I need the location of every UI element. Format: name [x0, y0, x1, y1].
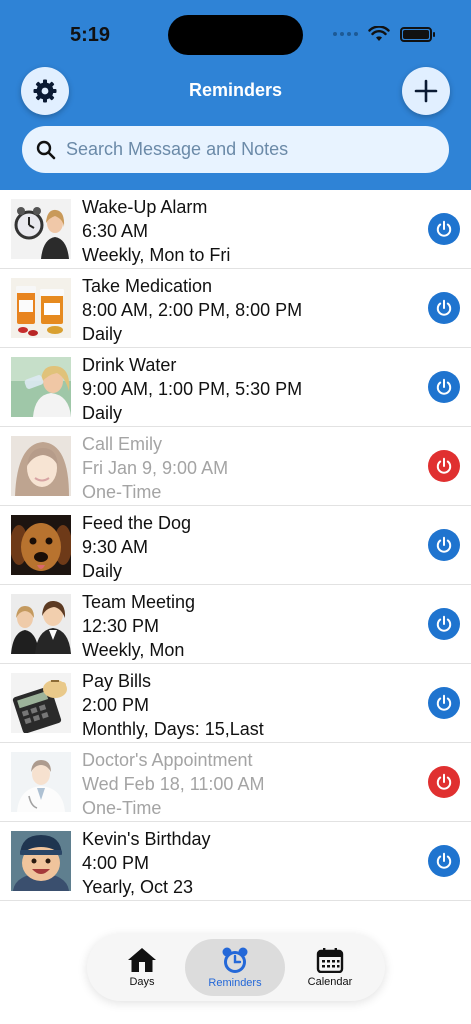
reminder-text: Doctor's Appointment Wed Feb 18, 11:00 A…: [82, 748, 264, 820]
tab-label: Reminders: [208, 977, 262, 989]
reminder-row[interactable]: Take Medication 8:00 AM, 2:00 PM, 8:00 P…: [0, 269, 471, 348]
search-icon: [36, 140, 56, 159]
power-icon: [436, 378, 452, 395]
plus-icon: [414, 79, 438, 103]
battery-icon: [400, 26, 435, 42]
reminder-repeat: One-Time: [82, 798, 162, 818]
reminder-thumbnail: [11, 515, 71, 575]
reminder-row[interactable]: Team Meeting 12:30 PM Weekly, Mon: [0, 585, 471, 664]
reminder-time: 9:30 AM: [82, 537, 149, 557]
reminder-time: 12:30 PM: [82, 616, 160, 636]
reminder-text: Kevin's Birthday 4:00 PM Yearly, Oct 23: [82, 827, 211, 899]
page-title: Reminders: [188, 80, 283, 100]
reminder-text: Team Meeting 12:30 PM Weekly, Mon: [82, 590, 195, 662]
reminder-title: Doctor's Appointment: [82, 750, 253, 770]
reminder-thumbnail: [11, 357, 71, 417]
tab-days[interactable]: Days: [92, 939, 192, 996]
reminder-text: Wake-Up Alarm 6:30 AM Weekly, Mon to Fri: [82, 195, 230, 267]
reminder-repeat: Daily: [82, 324, 123, 344]
cellular-signal-icon: [333, 32, 358, 36]
search-bar[interactable]: [22, 126, 449, 173]
reminder-time: Fri Jan 9, 9:00 AM: [82, 458, 229, 478]
power-icon: [436, 220, 452, 237]
reminder-repeat: Daily: [82, 403, 123, 423]
reminder-row[interactable]: Doctor's Appointment Wed Feb 18, 11:00 A…: [0, 743, 471, 822]
reminder-time: 4:00 PM: [82, 853, 150, 873]
dynamic-island: [168, 15, 303, 55]
tab-label: Calendar: [307, 976, 353, 988]
reminder-text: Feed the Dog 9:30 AM Daily: [82, 511, 191, 583]
reminder-repeat: Weekly, Mon to Fri: [82, 245, 231, 265]
reminder-repeat: One-Time: [82, 482, 162, 502]
reminder-time: Wed Feb 18, 11:00 AM: [82, 774, 265, 794]
power-toggle[interactable]: [428, 371, 460, 403]
reminder-title: Call Emily: [82, 434, 163, 454]
reminder-title: Pay Bills: [82, 671, 152, 691]
reminder-text: Drink Water 9:00 AM, 1:00 PM, 5:30 PM Da…: [82, 353, 302, 425]
reminder-title: Feed the Dog: [82, 513, 192, 533]
tab-reminders[interactable]: Reminders: [185, 939, 285, 996]
reminder-time: 9:00 AM, 1:00 PM, 5:30 PM: [82, 379, 303, 399]
power-toggle[interactable]: [428, 608, 460, 640]
power-icon: [436, 852, 452, 869]
reminder-repeat: Weekly, Mon: [82, 640, 185, 660]
power-icon: [436, 773, 452, 790]
reminder-title: Wake-Up Alarm: [82, 197, 208, 217]
reminder-thumbnail: [11, 199, 71, 259]
reminder-time: 6:30 AM: [82, 221, 149, 241]
reminder-title: Team Meeting: [82, 592, 196, 612]
power-toggle[interactable]: [428, 529, 460, 561]
reminder-row[interactable]: Pay Bills 2:00 PM Monthly, Days: 15,Last: [0, 664, 471, 743]
status-time: 5:19: [70, 24, 111, 46]
reminder-thumbnail: [11, 673, 71, 733]
reminder-text: Call Emily Fri Jan 9, 9:00 AM One-Time: [82, 432, 228, 504]
reminder-row[interactable]: Wake-Up Alarm 6:30 AM Weekly, Mon to Fri: [0, 190, 471, 269]
power-toggle[interactable]: [428, 450, 460, 482]
tab-bar: Days Reminders Calendar: [87, 934, 385, 1001]
reminder-list: Wake-Up Alarm 6:30 AM Weekly, Mon to Fri: [0, 190, 471, 901]
reminder-title: Kevin's Birthday: [82, 829, 211, 849]
reminder-row[interactable]: Kevin's Birthday 4:00 PM Yearly, Oct 23: [0, 822, 471, 901]
reminder-row[interactable]: Call Emily Fri Jan 9, 9:00 AM One-Time: [0, 427, 471, 506]
power-toggle[interactable]: [428, 687, 460, 719]
reminder-thumbnail: [11, 278, 71, 338]
reminder-title: Take Medication: [82, 276, 213, 296]
search-input[interactable]: [66, 139, 426, 160]
reminder-title: Drink Water: [82, 355, 177, 375]
power-icon: [436, 536, 452, 553]
add-reminder-button[interactable]: [402, 67, 450, 115]
reminder-repeat: Yearly, Oct 23: [82, 877, 194, 897]
reminder-time: 2:00 PM: [82, 695, 150, 715]
reminder-row[interactable]: Drink Water 9:00 AM, 1:00 PM, 5:30 PM Da…: [0, 348, 471, 427]
power-icon: [436, 457, 452, 474]
reminder-repeat: Monthly, Days: 15,Last: [82, 719, 264, 739]
reminder-thumbnail: [11, 831, 71, 891]
power-toggle[interactable]: [428, 292, 460, 324]
reminder-text: Take Medication 8:00 AM, 2:00 PM, 8:00 P…: [82, 274, 302, 346]
reminder-thumbnail: [11, 436, 71, 496]
header-bar: 5:19 Reminders: [0, 0, 471, 190]
reminder-repeat: Daily: [82, 561, 123, 581]
reminder-thumbnail: [11, 752, 71, 812]
power-icon: [436, 299, 452, 316]
power-icon: [436, 615, 452, 632]
tab-calendar[interactable]: Calendar: [280, 939, 380, 996]
power-toggle[interactable]: [428, 845, 460, 877]
power-toggle[interactable]: [428, 213, 460, 245]
status-icons: [333, 26, 435, 42]
calendar-icon: [316, 948, 344, 973]
tab-label: Days: [129, 976, 155, 988]
reminder-thumbnail: [11, 594, 71, 654]
reminder-time: 8:00 AM, 2:00 PM, 8:00 PM: [82, 300, 303, 320]
reminder-row[interactable]: Feed the Dog 9:30 AM Daily: [0, 506, 471, 585]
reminder-text: Pay Bills 2:00 PM Monthly, Days: 15,Last: [82, 669, 264, 741]
wifi-icon: [368, 26, 390, 41]
power-icon: [436, 694, 452, 711]
alarm-clock-icon: [222, 947, 248, 973]
power-toggle[interactable]: [428, 766, 460, 798]
house-icon: [128, 948, 156, 972]
